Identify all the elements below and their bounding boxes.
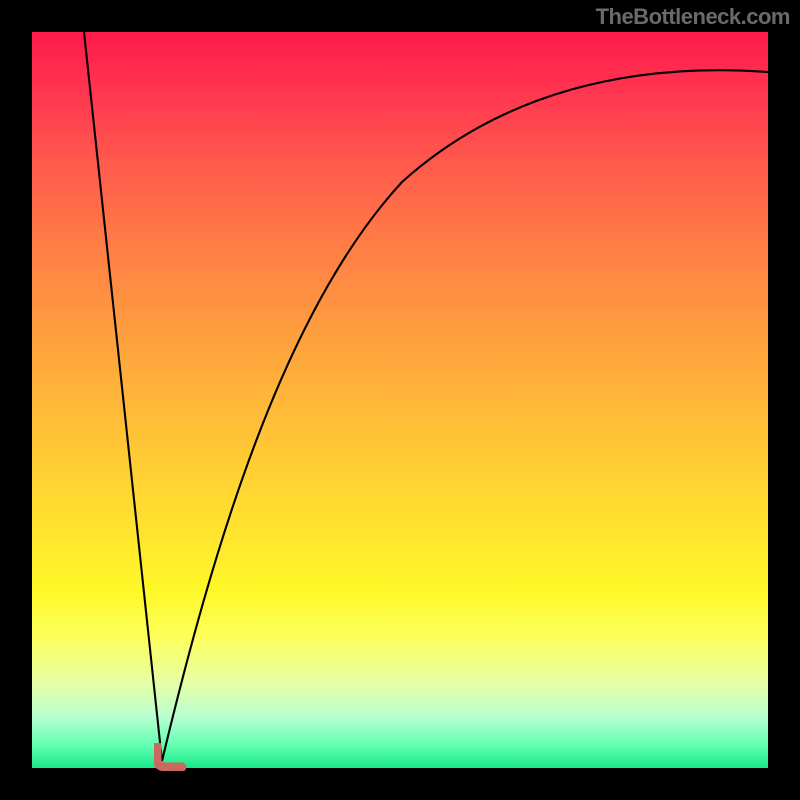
plot-area	[32, 32, 768, 768]
bottleneck-curve-right	[162, 70, 768, 761]
chart-container: TheBottleneck.com	[0, 0, 800, 800]
curve-layer	[32, 32, 768, 768]
bottleneck-curve-left	[84, 32, 162, 761]
attribution-text: TheBottleneck.com	[596, 4, 790, 30]
